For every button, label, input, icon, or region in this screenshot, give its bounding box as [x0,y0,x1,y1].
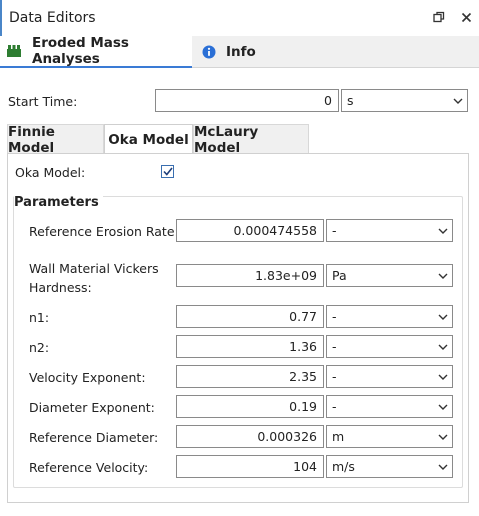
oka-model-label: Oka Model: [15,165,86,180]
reference-velocity-label: Reference Velocity: [29,460,149,475]
eroded-mass-icon [6,44,22,58]
chevron-down-icon [438,404,448,410]
float-window-button[interactable] [430,8,448,26]
n1-label: n1: [29,310,50,325]
wall-material-vickers-hardness-input[interactable] [176,264,324,287]
title-bar: Data Editors [0,0,479,36]
tab-finnie-model[interactable]: Finnie Model [7,123,104,156]
oka-model-checkbox[interactable] [161,165,174,178]
reference-erosion-rate-label: Reference Erosion Rate: [29,224,179,239]
window-title: Data Editors [9,10,96,26]
select-value: - [332,369,337,384]
chevron-down-icon [438,464,448,470]
chevron-down-icon [438,344,448,350]
chevron-down-icon [438,374,448,380]
chevron-down-icon [438,314,448,320]
close-icon [461,12,471,22]
select-value: - [332,399,337,414]
velocity-exponent-unit-select[interactable]: - [326,365,453,388]
checkmark-icon [162,167,173,176]
reference-velocity-input[interactable] [176,455,324,478]
reference-erosion-rate-input[interactable] [176,219,324,242]
oka-model-panel: Oka Model: Parameters Reference Erosion … [7,153,469,503]
start-time-unit-select[interactable]: s [341,89,468,112]
select-value: - [332,309,337,324]
n1-input[interactable] [176,305,324,328]
reference-velocity-unit-select[interactable]: m/s [326,455,453,478]
reference-diameter-input[interactable] [176,425,324,448]
reference-diameter-label: Reference Diameter: [29,430,159,445]
chevron-down-icon [438,434,448,440]
tab-info[interactable]: Info [194,36,270,68]
tab-label: McLaury Model [194,123,259,156]
wall-material-vickers-hardness-unit-select[interactable]: Pa [326,264,453,287]
tab-eroded-mass-analyses[interactable]: Eroded Mass Analyses [0,35,192,68]
n1-unit-select[interactable]: - [326,305,453,328]
reference-erosion-rate-unit-select[interactable]: - [326,219,453,242]
tab-label: Eroded Mass Analyses [32,35,129,67]
n2-label: n2: [29,340,50,355]
close-button[interactable] [457,8,475,26]
tab-oka-model[interactable]: Oka Model [104,124,193,154]
diameter-exponent-label: Diameter Exponent: [29,400,155,415]
parameters-group-title: Parameters [14,195,103,210]
chevron-down-icon [438,228,448,234]
n2-input[interactable] [176,335,324,358]
select-value: m/s [332,459,355,474]
velocity-exponent-label: Velocity Exponent: [29,370,146,385]
start-time-label: Start Time: [8,94,78,109]
chevron-down-icon [453,98,463,104]
start-time-input[interactable] [155,89,339,112]
select-value: - [332,223,337,238]
select-value: Pa [332,268,347,283]
select-value: s [347,93,354,108]
eroded-mass-analyses-panel: Start Time: s Finnie Model Oka Model McL… [0,69,479,516]
select-value: - [332,339,337,354]
editor-tab-strip: Eroded Mass Analyses Info [0,35,479,68]
wall-material-vickers-hardness-label: Wall Material Vickers [29,261,159,276]
n2-unit-select[interactable]: - [326,335,453,358]
select-value: m [332,429,345,444]
diameter-exponent-input[interactable] [176,395,324,418]
tab-label: Finnie Model [8,123,55,156]
tab-label: Info [226,44,256,60]
diameter-exponent-unit-select[interactable]: - [326,395,453,418]
chevron-down-icon [438,273,448,279]
wall-material-vickers-hardness-label-line2: Hardness: [29,280,92,295]
tab-label: Oka Model [108,131,189,148]
velocity-exponent-input[interactable] [176,365,324,388]
tab-mclaury-model[interactable]: McLaury Model [193,123,309,156]
info-icon [202,45,216,59]
restore-icon [433,11,445,23]
reference-diameter-unit-select[interactable]: m [326,425,453,448]
